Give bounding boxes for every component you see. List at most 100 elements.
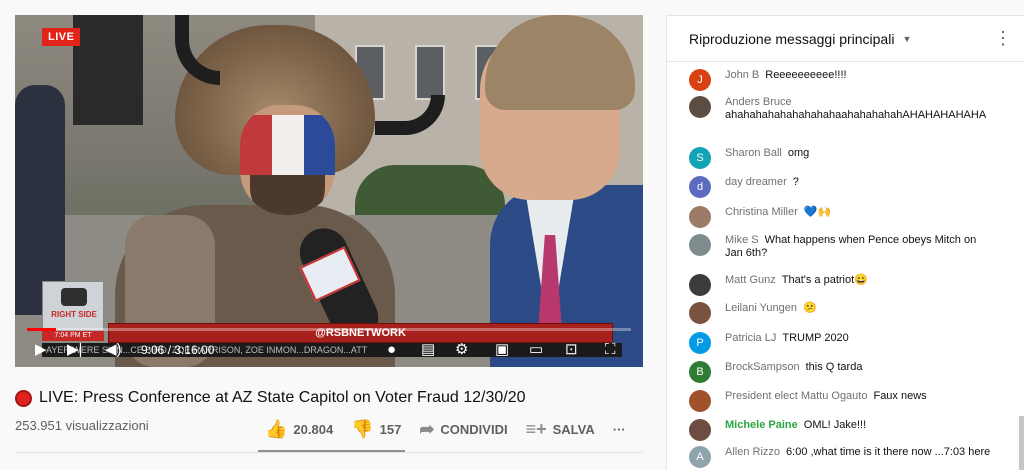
volume-icon[interactable]: ◀) <box>105 341 122 359</box>
chat-text: Faux news <box>873 390 927 402</box>
chat-message-body: John B Reeeeeeeeee!!!! <box>725 69 995 82</box>
miniplayer-icon[interactable]: ▣ <box>495 341 509 359</box>
time-readout: 9:06 / 3:16:00 <box>141 343 215 357</box>
avatar[interactable]: A <box>689 446 711 468</box>
more-actions-button[interactable]: ··· <box>613 422 626 437</box>
chat-author[interactable]: day dreamer <box>725 176 787 188</box>
face-paint-blue <box>304 115 335 175</box>
like-count: 20.804 <box>293 421 334 437</box>
avatar[interactable] <box>689 419 711 441</box>
chat-text: What happens when Pence obeys Mitch on J… <box>725 234 977 259</box>
chat-message-body: Mike S What happens when Pence obeys Mitc… <box>725 234 995 260</box>
avatar[interactable] <box>689 96 711 118</box>
chat-message-body: Anders Bruce ahahahahahahahahahaahahahaha… <box>725 96 995 122</box>
chat-author[interactable]: Patricia LJ <box>725 332 776 344</box>
chat-text: Reeeeeeeeee!!!! <box>765 69 847 81</box>
chat-text: TRUMP 2020 <box>782 332 849 344</box>
view-count: 253.951 visualizzazioni <box>15 418 149 433</box>
avatar[interactable]: B <box>689 361 711 383</box>
chat-author[interactable]: BrockSampson <box>725 361 800 373</box>
chat-text: ? <box>792 176 799 188</box>
building-window <box>415 45 445 100</box>
live-dot-icon <box>15 389 32 407</box>
caret-down-icon[interactable]: ▼ <box>902 34 911 44</box>
logo-text: RIGHT SIDE <box>51 310 97 319</box>
chat-message-body: President elect Mattu Ogauto Faux news <box>725 390 995 403</box>
chat-mode-dropdown[interactable]: Riproduzione messaggi principali <box>689 31 894 47</box>
chat-author[interactable]: Anders Bruce <box>725 96 989 109</box>
avatar[interactable] <box>689 390 711 412</box>
cast-icon[interactable]: ⊡ <box>565 341 578 359</box>
background-speaker <box>73 15 143 125</box>
chat-scrollbar[interactable] <box>1019 416 1024 470</box>
action-bar: 👍 20.804 👎 157 ➦ CONDIVIDI ≡+ SALVA ··· <box>265 418 644 440</box>
chat-author[interactable]: John B <box>725 69 759 81</box>
chat-text: 💙🙌 <box>803 206 832 218</box>
share-label: CONDIVIDI <box>440 421 508 437</box>
theater-mode-icon[interactable]: ▭ <box>529 341 543 359</box>
chat-message-body: Leilani Yungen 😕 <box>725 302 995 315</box>
next-icon[interactable]: ▶| <box>67 341 82 359</box>
chat-text: 😕 <box>802 302 817 314</box>
chat-message-body: day dreamer? <box>725 176 995 189</box>
chat-message-body: Matt Gunz That's a patriot😄 <box>725 274 995 287</box>
chat-author[interactable]: Mike S <box>725 234 759 246</box>
painted-face <box>240 105 335 215</box>
avatar[interactable]: S <box>689 147 711 169</box>
chat-text: OML! Jake!!! <box>803 419 867 431</box>
channel-logo: RIGHT SIDE <box>42 281 104 331</box>
chat-message-body: Allen Rizzo 6:00 ,what time is it there n… <box>725 446 995 459</box>
avatar[interactable] <box>689 302 711 324</box>
video-player[interactable]: LIVE RIGHT SIDE 7:04 PM ET @RSBNETWORK A… <box>15 15 643 367</box>
avatar[interactable]: J <box>689 69 711 91</box>
share-arrow-icon: ➦ <box>419 418 435 439</box>
chat-author[interactable]: Allen Rizzo <box>725 446 780 458</box>
add-to-playlist-icon: ≡+ <box>525 418 547 439</box>
face-paint-white <box>272 115 304 175</box>
avatar[interactable] <box>689 206 711 228</box>
dislike-button[interactable]: 👎 157 <box>351 419 401 440</box>
chat-message-body: Michele Paine OML! Jake!!! <box>725 419 995 432</box>
player-controls: ▶ ▶| ◀) 9:06 / 3:16:00 ● ▤ ⚙ ▣ ▭ ⊡ ⛶ <box>15 335 643 367</box>
chat-author[interactable]: Leilani Yungen <box>725 302 797 314</box>
chat-author[interactable]: Michele Paine <box>725 419 798 431</box>
save-button[interactable]: ≡+ SALVA <box>526 419 595 440</box>
video-title: LIVE: Press Conference at AZ State Capit… <box>39 389 526 406</box>
chat-text: omg <box>787 147 810 159</box>
divider <box>15 452 643 453</box>
chat-menu-icon[interactable]: ⋮ <box>994 28 1012 49</box>
dislike-count: 157 <box>379 421 402 437</box>
live-badge: LIVE <box>42 28 81 46</box>
fullscreen-icon[interactable]: ⛶ <box>605 341 616 359</box>
chat-author[interactable]: Sharon Ball <box>725 147 782 159</box>
avatar[interactable]: P <box>689 332 711 354</box>
subtitles-icon[interactable]: ▤ <box>421 341 435 359</box>
autoplay-toggle-icon[interactable]: ● <box>387 341 396 359</box>
live-chat-panel: Riproduzione messaggi principali ▼ ⋮ J Jo… <box>666 15 1024 470</box>
play-icon[interactable]: ▶ <box>35 341 47 359</box>
settings-gear-icon[interactable]: ⚙ <box>455 341 468 359</box>
thumbs-up-icon: 👍 <box>265 418 288 439</box>
chat-text: this Q tarda <box>805 361 863 373</box>
more-icon: ··· <box>612 421 626 437</box>
chat-author[interactable]: Christina Miller <box>725 206 798 218</box>
chat-message-body: Christina Miller 💙🙌 <box>725 206 995 219</box>
chat-message-body: BrockSampson this Q tarda <box>725 361 995 374</box>
chat-text: 6:00 ,what time is it there now ...7:03 … <box>786 446 991 458</box>
share-button[interactable]: ➦ CONDIVIDI <box>419 419 507 440</box>
save-label: SALVA <box>552 421 595 437</box>
beard <box>250 175 325 215</box>
thumbs-down-icon: 👎 <box>351 418 374 439</box>
chat-message-body: Sharon Ball omg <box>725 147 995 160</box>
chat-author[interactable]: President elect Mattu Ogauto <box>725 390 867 402</box>
avatar[interactable]: d <box>689 176 711 198</box>
chat-text: That's a patriot😄 <box>781 274 868 286</box>
like-button[interactable]: 👍 20.804 <box>265 419 333 440</box>
avatar[interactable] <box>689 274 711 296</box>
chat-author[interactable]: Matt Gunz <box>725 274 776 286</box>
face-paint-red <box>240 115 272 175</box>
avatar[interactable] <box>689 234 711 256</box>
progress-bar[interactable] <box>27 328 631 331</box>
chat-text: ahahahahahahahahahaahahahahahAHAHAHAHAHA <box>725 109 987 121</box>
progress-fill <box>27 328 56 331</box>
